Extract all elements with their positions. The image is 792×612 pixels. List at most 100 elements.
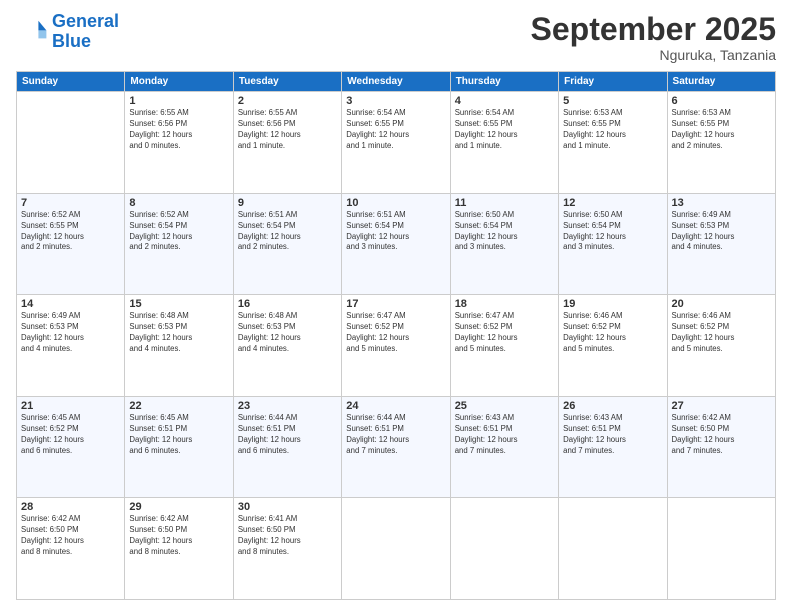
day-number: 15 <box>129 298 228 310</box>
calendar-cell <box>342 498 450 600</box>
day-number: 14 <box>21 298 120 310</box>
day-number: 16 <box>238 298 337 310</box>
day-number: 19 <box>563 298 662 310</box>
calendar-cell: 11Sunrise: 6:50 AMSunset: 6:54 PMDayligh… <box>450 193 558 295</box>
day-number: 25 <box>455 400 554 412</box>
day-number: 21 <box>21 400 120 412</box>
calendar-day-header: Thursday <box>450 72 558 92</box>
day-info: Sunrise: 6:49 AMSunset: 6:53 PMDaylight:… <box>21 311 120 355</box>
calendar-cell: 17Sunrise: 6:47 AMSunset: 6:52 PMDayligh… <box>342 295 450 397</box>
calendar-cell: 4Sunrise: 6:54 AMSunset: 6:55 PMDaylight… <box>450 92 558 194</box>
calendar-week-row: 1Sunrise: 6:55 AMSunset: 6:56 PMDaylight… <box>17 92 776 194</box>
day-number: 11 <box>455 197 554 209</box>
month-title: September 2025 <box>531 12 776 47</box>
calendar-cell: 27Sunrise: 6:42 AMSunset: 6:50 PMDayligh… <box>667 396 775 498</box>
day-info: Sunrise: 6:45 AMSunset: 6:52 PMDaylight:… <box>21 413 120 457</box>
calendar-cell: 3Sunrise: 6:54 AMSunset: 6:55 PMDaylight… <box>342 92 450 194</box>
day-number: 10 <box>346 197 445 209</box>
day-info: Sunrise: 6:52 AMSunset: 6:54 PMDaylight:… <box>129 210 228 254</box>
logo-line1: General <box>52 11 119 31</box>
calendar-cell: 6Sunrise: 6:53 AMSunset: 6:55 PMDaylight… <box>667 92 775 194</box>
calendar-day-header: Friday <box>559 72 667 92</box>
day-info: Sunrise: 6:41 AMSunset: 6:50 PMDaylight:… <box>238 514 337 558</box>
calendar-cell <box>450 498 558 600</box>
day-number: 4 <box>455 95 554 107</box>
day-number: 26 <box>563 400 662 412</box>
calendar-day-header: Tuesday <box>233 72 341 92</box>
calendar-cell: 24Sunrise: 6:44 AMSunset: 6:51 PMDayligh… <box>342 396 450 498</box>
day-info: Sunrise: 6:43 AMSunset: 6:51 PMDaylight:… <box>455 413 554 457</box>
calendar-cell: 15Sunrise: 6:48 AMSunset: 6:53 PMDayligh… <box>125 295 233 397</box>
calendar-cell: 9Sunrise: 6:51 AMSunset: 6:54 PMDaylight… <box>233 193 341 295</box>
calendar-cell: 30Sunrise: 6:41 AMSunset: 6:50 PMDayligh… <box>233 498 341 600</box>
calendar-cell: 29Sunrise: 6:42 AMSunset: 6:50 PMDayligh… <box>125 498 233 600</box>
day-info: Sunrise: 6:48 AMSunset: 6:53 PMDaylight:… <box>129 311 228 355</box>
day-info: Sunrise: 6:43 AMSunset: 6:51 PMDaylight:… <box>563 413 662 457</box>
calendar-cell: 25Sunrise: 6:43 AMSunset: 6:51 PMDayligh… <box>450 396 558 498</box>
day-info: Sunrise: 6:50 AMSunset: 6:54 PMDaylight:… <box>455 210 554 254</box>
day-number: 8 <box>129 197 228 209</box>
day-info: Sunrise: 6:53 AMSunset: 6:55 PMDaylight:… <box>563 108 662 152</box>
calendar-day-header: Wednesday <box>342 72 450 92</box>
calendar-cell: 26Sunrise: 6:43 AMSunset: 6:51 PMDayligh… <box>559 396 667 498</box>
calendar-cell: 13Sunrise: 6:49 AMSunset: 6:53 PMDayligh… <box>667 193 775 295</box>
calendar-day-header: Saturday <box>667 72 775 92</box>
day-info: Sunrise: 6:44 AMSunset: 6:51 PMDaylight:… <box>346 413 445 457</box>
calendar-week-row: 14Sunrise: 6:49 AMSunset: 6:53 PMDayligh… <box>17 295 776 397</box>
day-number: 30 <box>238 501 337 513</box>
calendar-cell <box>17 92 125 194</box>
calendar-cell: 7Sunrise: 6:52 AMSunset: 6:55 PMDaylight… <box>17 193 125 295</box>
day-number: 12 <box>563 197 662 209</box>
day-number: 29 <box>129 501 228 513</box>
logo: General Blue <box>16 12 119 52</box>
day-info: Sunrise: 6:45 AMSunset: 6:51 PMDaylight:… <box>129 413 228 457</box>
day-info: Sunrise: 6:55 AMSunset: 6:56 PMDaylight:… <box>129 108 228 152</box>
day-number: 5 <box>563 95 662 107</box>
day-number: 24 <box>346 400 445 412</box>
day-info: Sunrise: 6:54 AMSunset: 6:55 PMDaylight:… <box>455 108 554 152</box>
day-number: 9 <box>238 197 337 209</box>
calendar-cell: 8Sunrise: 6:52 AMSunset: 6:54 PMDaylight… <box>125 193 233 295</box>
calendar-day-header: Sunday <box>17 72 125 92</box>
calendar-header-row: SundayMondayTuesdayWednesdayThursdayFrid… <box>17 72 776 92</box>
calendar-week-row: 28Sunrise: 6:42 AMSunset: 6:50 PMDayligh… <box>17 498 776 600</box>
day-info: Sunrise: 6:46 AMSunset: 6:52 PMDaylight:… <box>563 311 662 355</box>
day-number: 23 <box>238 400 337 412</box>
page: General Blue September 2025 Nguruka, Tan… <box>0 0 792 612</box>
day-info: Sunrise: 6:53 AMSunset: 6:55 PMDaylight:… <box>672 108 771 152</box>
calendar-cell: 14Sunrise: 6:49 AMSunset: 6:53 PMDayligh… <box>17 295 125 397</box>
day-info: Sunrise: 6:47 AMSunset: 6:52 PMDaylight:… <box>455 311 554 355</box>
calendar-cell: 28Sunrise: 6:42 AMSunset: 6:50 PMDayligh… <box>17 498 125 600</box>
day-info: Sunrise: 6:46 AMSunset: 6:52 PMDaylight:… <box>672 311 771 355</box>
calendar-cell: 20Sunrise: 6:46 AMSunset: 6:52 PMDayligh… <box>667 295 775 397</box>
day-number: 7 <box>21 197 120 209</box>
day-info: Sunrise: 6:42 AMSunset: 6:50 PMDaylight:… <box>672 413 771 457</box>
day-info: Sunrise: 6:44 AMSunset: 6:51 PMDaylight:… <box>238 413 337 457</box>
day-number: 6 <box>672 95 771 107</box>
calendar-cell: 16Sunrise: 6:48 AMSunset: 6:53 PMDayligh… <box>233 295 341 397</box>
calendar-cell: 1Sunrise: 6:55 AMSunset: 6:56 PMDaylight… <box>125 92 233 194</box>
day-info: Sunrise: 6:49 AMSunset: 6:53 PMDaylight:… <box>672 210 771 254</box>
logo-icon <box>16 16 48 48</box>
calendar-cell: 22Sunrise: 6:45 AMSunset: 6:51 PMDayligh… <box>125 396 233 498</box>
day-number: 28 <box>21 501 120 513</box>
calendar-cell: 23Sunrise: 6:44 AMSunset: 6:51 PMDayligh… <box>233 396 341 498</box>
day-number: 1 <box>129 95 228 107</box>
day-info: Sunrise: 6:48 AMSunset: 6:53 PMDaylight:… <box>238 311 337 355</box>
day-info: Sunrise: 6:47 AMSunset: 6:52 PMDaylight:… <box>346 311 445 355</box>
day-number: 20 <box>672 298 771 310</box>
calendar-cell <box>667 498 775 600</box>
calendar-day-header: Monday <box>125 72 233 92</box>
title-block: September 2025 Nguruka, Tanzania <box>531 12 776 63</box>
calendar-cell: 12Sunrise: 6:50 AMSunset: 6:54 PMDayligh… <box>559 193 667 295</box>
day-info: Sunrise: 6:52 AMSunset: 6:55 PMDaylight:… <box>21 210 120 254</box>
calendar-cell <box>559 498 667 600</box>
day-info: Sunrise: 6:51 AMSunset: 6:54 PMDaylight:… <box>238 210 337 254</box>
calendar-cell: 21Sunrise: 6:45 AMSunset: 6:52 PMDayligh… <box>17 396 125 498</box>
calendar-cell: 18Sunrise: 6:47 AMSunset: 6:52 PMDayligh… <box>450 295 558 397</box>
calendar-cell: 10Sunrise: 6:51 AMSunset: 6:54 PMDayligh… <box>342 193 450 295</box>
header: General Blue September 2025 Nguruka, Tan… <box>16 12 776 63</box>
logo-line2: Blue <box>52 31 91 51</box>
location: Nguruka, Tanzania <box>531 47 776 63</box>
day-number: 2 <box>238 95 337 107</box>
